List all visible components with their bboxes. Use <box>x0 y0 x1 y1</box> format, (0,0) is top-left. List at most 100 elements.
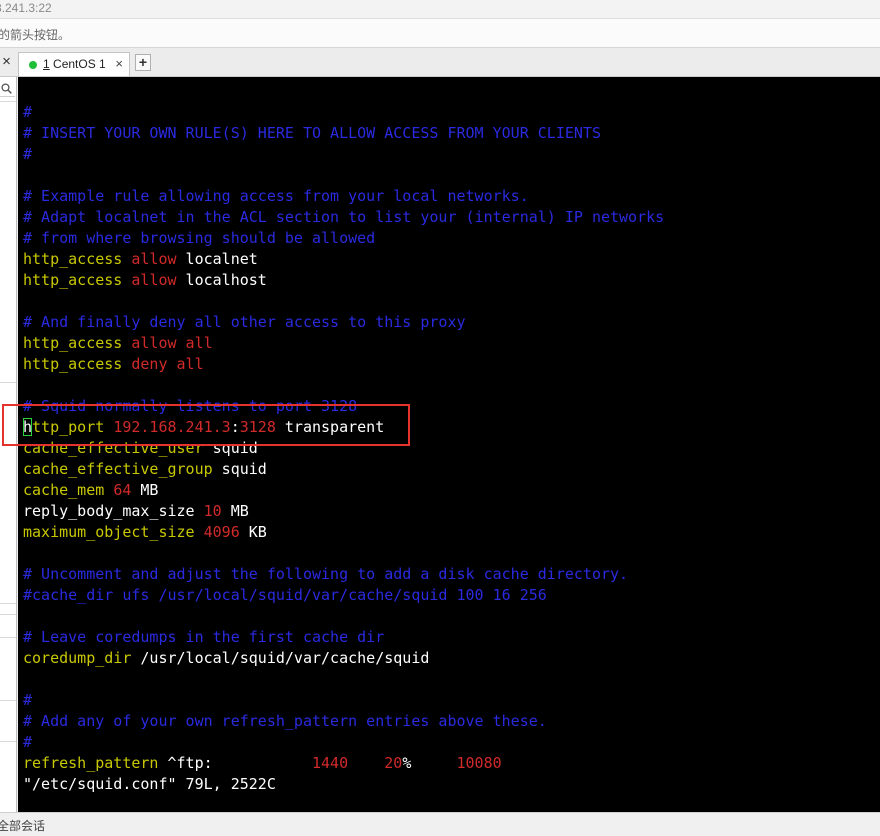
terminal-buffer: # # INSERT YOUR OWN RULE(S) HERE TO ALLOW… <box>23 102 664 795</box>
terminal-text: # <box>23 103 33 121</box>
terminal-text: refresh_pattern <box>23 754 159 772</box>
terminal-text: allow <box>131 271 177 289</box>
terminal-line: # <box>23 690 664 711</box>
terminal-text: coredump_dir <box>23 649 132 667</box>
terminal-text: MB <box>221 502 249 520</box>
terminal-text: # INSERT YOUR OWN RULE(S) HERE TO ALLOW … <box>23 124 601 142</box>
terminal-text: 1440 <box>312 754 349 772</box>
terminal-text: maximum_object_size <box>23 523 195 541</box>
terminal-line: http_port 192.168.241.3:3128 transparent <box>23 417 664 438</box>
terminal-line: cache_effective_group squid <box>23 459 664 480</box>
terminal-text: MB <box>131 481 159 499</box>
terminal-text: allow all <box>131 334 213 352</box>
window-title: 8.241.3:22 <box>0 1 52 15</box>
terminal-text: 10 <box>203 502 222 520</box>
terminal-line: # Example rule allowing access from your… <box>23 186 664 207</box>
terminal-text: "/etc/squid.conf" 79L, 2522C <box>23 775 276 793</box>
tab-label: 1 CentOS 1 <box>43 57 106 71</box>
terminal-line: #cache_dir ufs /usr/local/squid/var/cach… <box>23 585 664 606</box>
terminal-text: reply_body_max_size <box>23 502 204 520</box>
sidebar-divider <box>0 101 16 102</box>
terminal-text: ^ftp: <box>158 754 312 772</box>
terminal-text: localhost <box>176 271 267 289</box>
tab-close-icon[interactable]: × <box>115 56 123 72</box>
terminal-text: 20 <box>384 754 403 772</box>
terminal-line: # INSERT YOUR OWN RULE(S) HERE TO ALLOW … <box>23 123 664 144</box>
terminal-line: http_access deny all <box>23 354 664 375</box>
search-icon-graphic <box>1 83 12 94</box>
terminal-line: # <box>23 144 664 165</box>
terminal-line: coredump_dir /usr/local/squid/var/cache/… <box>23 648 664 669</box>
terminal-text: cache_effective_user <box>23 439 204 457</box>
terminal-text: http_access <box>23 355 123 373</box>
terminal-text: ttp_port <box>32 418 105 436</box>
terminal-text: # <box>23 691 33 709</box>
terminal-text: http_access <box>23 271 123 289</box>
hint-bar: 的箭头按钮。 <box>0 19 880 48</box>
tab-title: CentOS 1 <box>53 57 106 71</box>
terminal-text: # from where browsing should be allowed <box>23 229 376 247</box>
hint-text: 的箭头按钮。 <box>0 28 71 42</box>
terminal-screen[interactable]: # # INSERT YOUR OWN RULE(S) HERE TO ALLOW… <box>18 77 880 812</box>
terminal-text: # And finally deny all other access to t… <box>23 313 466 331</box>
new-tab-button[interactable]: + <box>135 54 151 71</box>
terminal-text: # Squid normally listens to port 3128 <box>23 397 358 415</box>
terminal-text: : <box>230 418 240 436</box>
terminal-text: KB <box>239 523 267 541</box>
terminal-text: # Example rule allowing access from your… <box>23 187 529 205</box>
sidebar-divider <box>0 603 16 604</box>
sidebar-divider <box>0 741 16 742</box>
sidebar-divider <box>0 614 16 615</box>
connection-status-icon <box>29 61 37 69</box>
terminal-line: http_access allow all <box>23 333 664 354</box>
terminal-text: #cache_dir ufs /usr/local/squid/var/cach… <box>23 586 547 604</box>
terminal-text: % <box>402 754 457 772</box>
terminal-text: # Uncomment and adjust the following to … <box>23 565 629 583</box>
terminal-text: 192.168.241.3 <box>113 418 231 436</box>
terminal-line: # <box>23 102 664 123</box>
tab-bar: × 1 CentOS 1 × + <box>0 48 880 77</box>
terminal-text: 64 <box>113 481 132 499</box>
terminal-line: "/etc/squid.conf" 79L, 2522C <box>23 774 664 795</box>
terminal-text: 3128 <box>239 418 276 436</box>
terminal-text: squid <box>203 439 258 457</box>
session-sidebar <box>0 77 17 812</box>
terminal-line: maximum_object_size 4096 KB <box>23 522 664 543</box>
terminal-line: # from where browsing should be allowed <box>23 228 664 249</box>
terminal-text: transparent <box>275 418 385 436</box>
terminal-text: cache_mem <box>23 481 105 499</box>
terminal-text: http_access <box>23 250 123 268</box>
terminal-text: # Add any of your own refresh_pattern en… <box>23 712 547 730</box>
terminal-line: # Squid normally listens to port 3128 <box>23 396 664 417</box>
terminal-line: refresh_pattern ^ftp: 1440 20% 10080 <box>23 753 664 774</box>
terminal-line: # Adapt localnet in the ACL section to l… <box>23 207 664 228</box>
terminal-text: localnet <box>176 250 258 268</box>
terminal-line: # Uncomment and adjust the following to … <box>23 564 664 585</box>
terminal-text: # <box>23 733 33 751</box>
terminal-line: http_access allow localhost <box>23 270 664 291</box>
terminal-line: # And finally deny all other access to t… <box>23 312 664 333</box>
terminal-text: # Leave coredumps in the first cache dir <box>23 628 385 646</box>
sidebar-close-icon[interactable]: × <box>0 53 13 71</box>
search-icon[interactable] <box>0 80 15 97</box>
status-bar: 全部会话 <box>0 812 880 836</box>
terminal-line: # Leave coredumps in the first cache dir <box>23 627 664 648</box>
terminal-text: deny all <box>131 355 204 373</box>
all-sessions-label[interactable]: 全部会话 <box>0 817 45 834</box>
terminal-cursor: h <box>23 418 33 436</box>
session-tab-centos-1[interactable]: 1 CentOS 1 × <box>18 52 130 76</box>
terminal-text: # <box>23 145 33 163</box>
sidebar-divider <box>0 382 16 383</box>
terminal-line: # Add any of your own refresh_pattern en… <box>23 711 664 732</box>
terminal-line: reply_body_max_size 10 MB <box>23 501 664 522</box>
terminal-line: cache_mem 64 MB <box>23 480 664 501</box>
